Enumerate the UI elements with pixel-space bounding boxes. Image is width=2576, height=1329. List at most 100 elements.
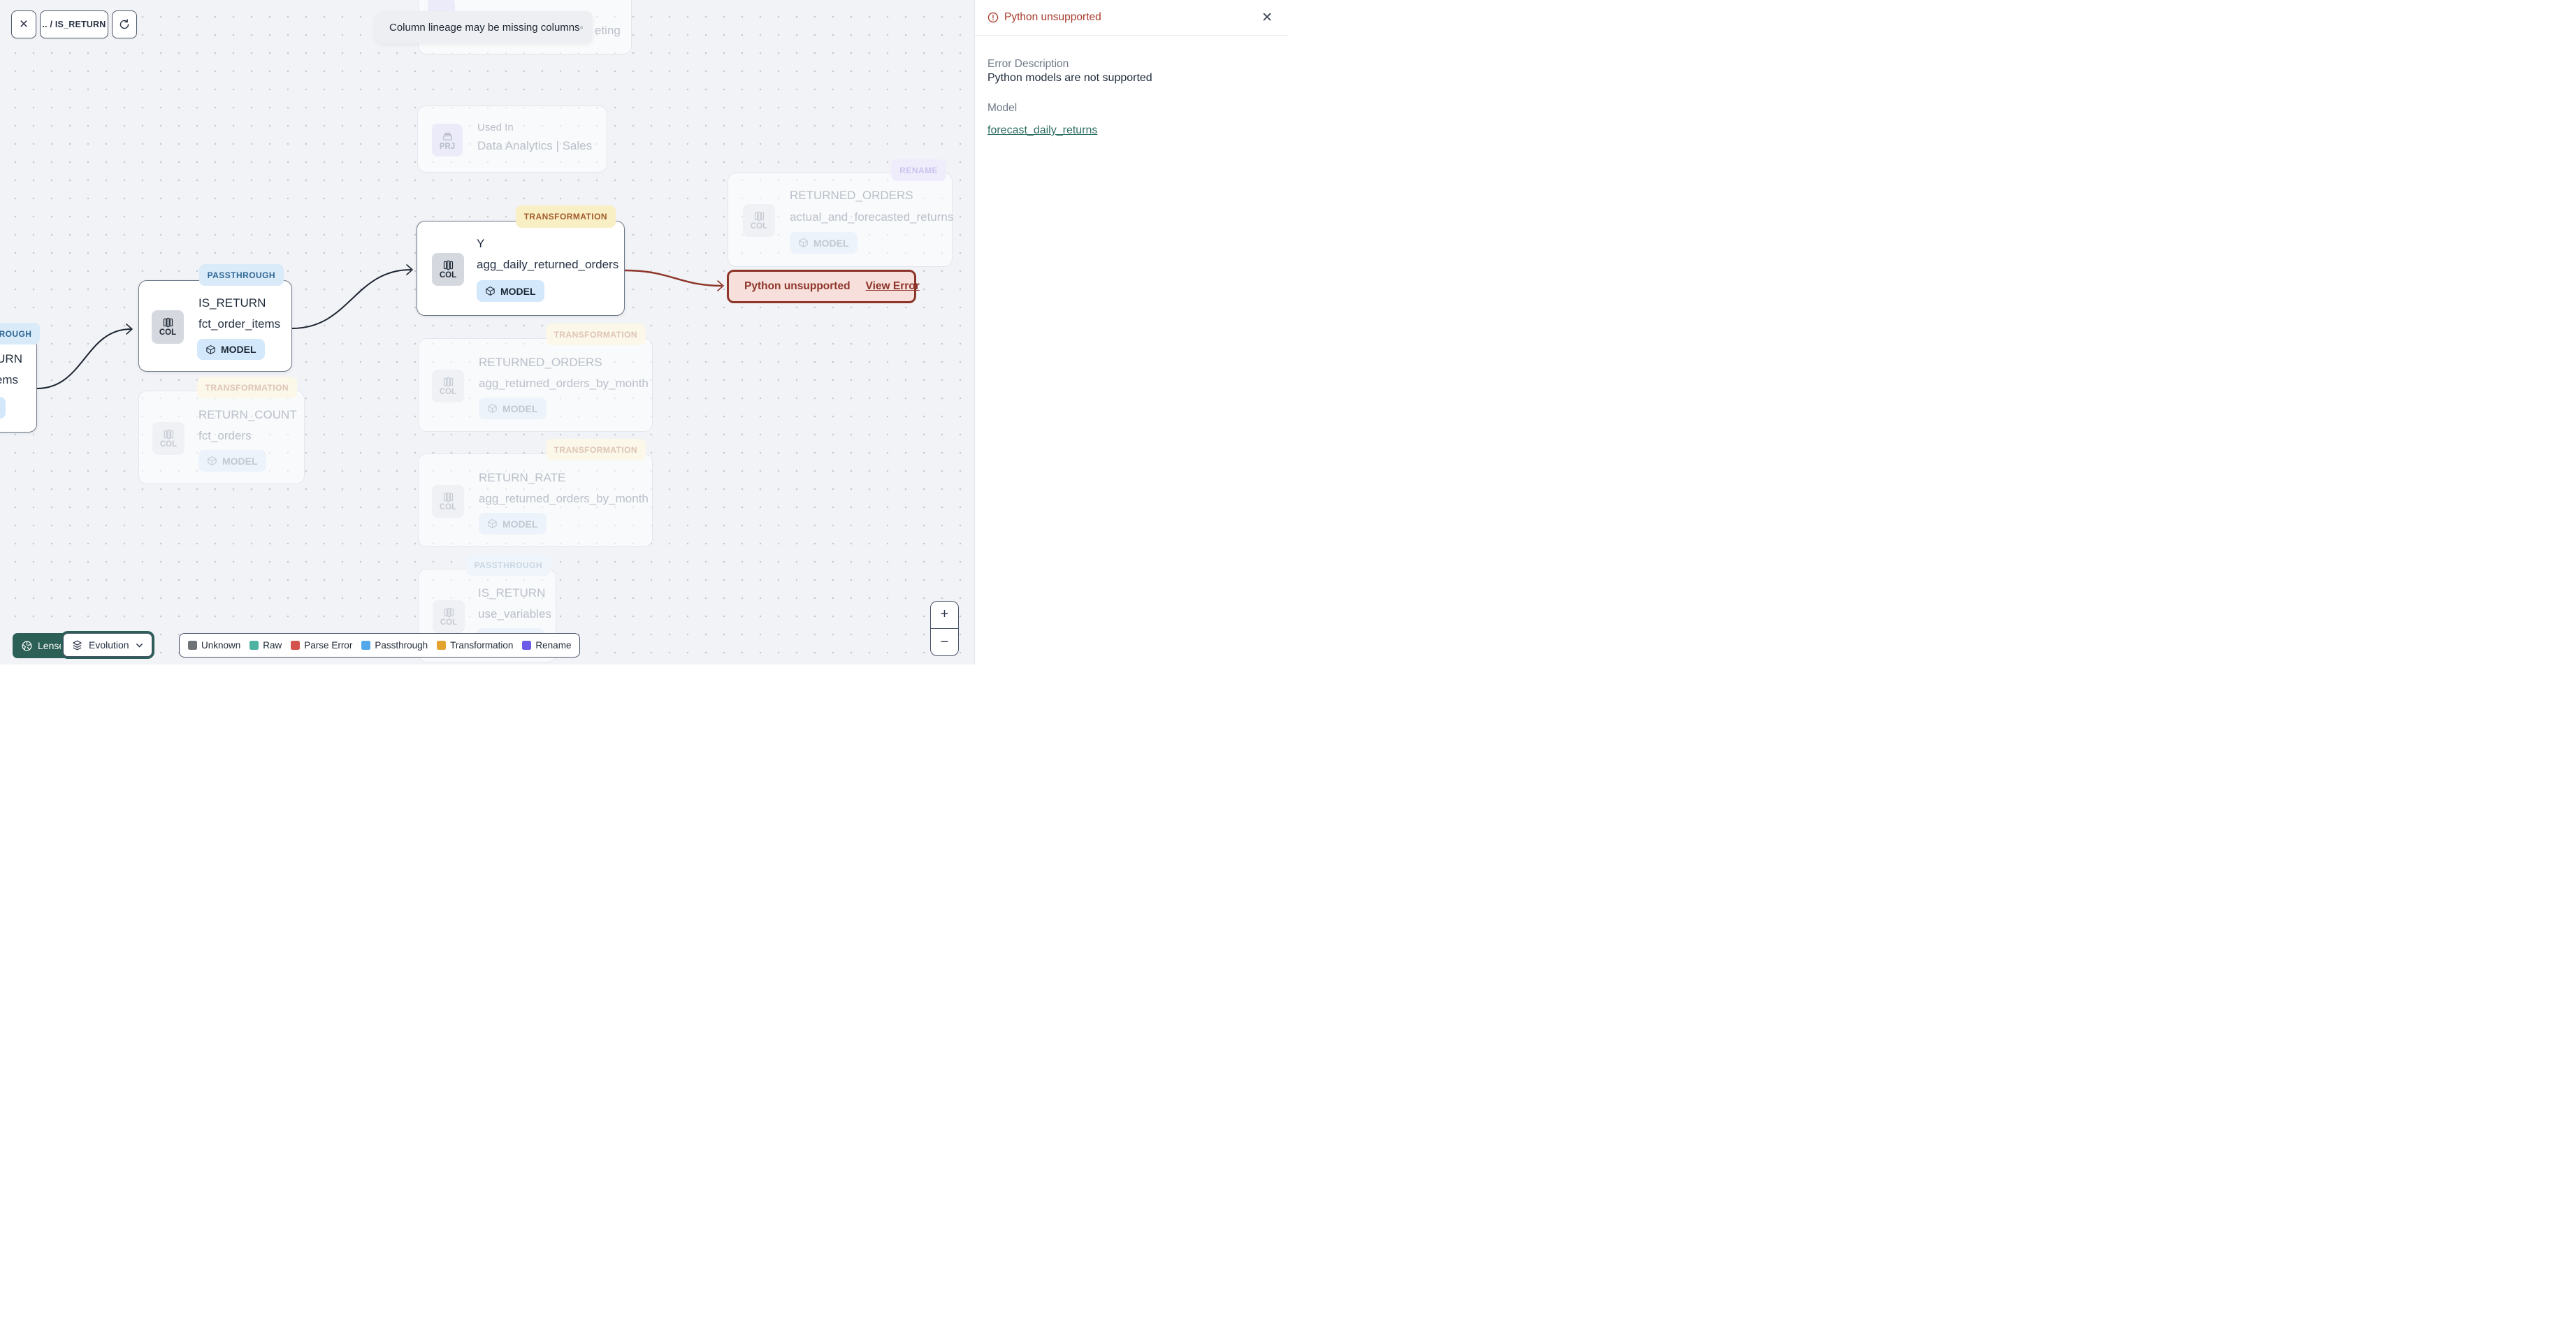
legend-swatch <box>361 641 371 650</box>
passthrough-badge: PASSTHROUGH <box>465 554 551 576</box>
legend-swatch <box>437 641 447 650</box>
lineage-legend: Unknown Raw Parse Error Passthrough Tran… <box>179 633 581 658</box>
zoom-out-button[interactable]: − <box>931 629 958 655</box>
refresh-icon <box>120 19 129 29</box>
model-badge: MODEL <box>479 513 547 535</box>
node-subtitle: fct_order_items <box>198 317 281 331</box>
close-icon: × <box>19 16 29 32</box>
legend-swatch <box>188 641 197 650</box>
node-title: Data Analytics | Sales <box>477 139 593 152</box>
column-icon: COL <box>152 422 184 455</box>
model-label: MODEL <box>221 344 256 355</box>
column-icon: COL <box>433 600 465 633</box>
legend-label: Transformation <box>450 640 514 651</box>
node-title: IS_RETURN <box>198 296 266 310</box>
node-label: Y <box>477 237 485 250</box>
node-agg-daily-returned-orders[interactable]: TRANSFORMATION COL Y agg_daily_returned_… <box>417 205 625 316</box>
model-label: MODEL <box>502 518 538 530</box>
legend-label: Parse Error <box>304 640 353 651</box>
warning-icon <box>987 12 999 23</box>
error-description-value: Python models are not supported <box>987 72 1152 84</box>
legend-label: Unknown <box>201 640 241 651</box>
legend-item: Passthrough <box>361 640 428 651</box>
column-icon: COL <box>432 485 464 518</box>
legend-label: Passthrough <box>375 640 428 651</box>
close-lineage-button[interactable]: × <box>11 10 36 38</box>
model-label: MODEL <box>222 455 258 467</box>
node-title: RETURNED_ORDERS <box>790 189 913 202</box>
node-agg-returned-orders-by-month[interactable]: TRANSFORMATION COL RETURNED_ORDERS agg_r… <box>418 324 653 432</box>
node-subtitle: fct_order_items <box>0 373 18 386</box>
legend-item: Parse Error <box>291 640 352 651</box>
col-label: COL <box>439 502 457 511</box>
node-title: RETURNED_ORDERS <box>479 356 602 369</box>
zoom-control[interactable]: + − <box>930 601 959 656</box>
col-label: COL <box>439 270 457 279</box>
legend-swatch <box>291 641 301 650</box>
model-link[interactable]: forecast_daily_returns <box>987 124 1097 137</box>
node-used-in-sales[interactable]: PRJ Used In Data Analytics | Sales <box>417 106 607 173</box>
zoom-in-button[interactable]: + <box>931 602 958 628</box>
node-subtitle: agg_returned_orders_by_month <box>479 492 649 505</box>
layers-icon <box>73 640 82 650</box>
node-title: RETURN_RATE <box>479 471 566 484</box>
panel-header: Python unsupported ✕ <box>975 0 1288 36</box>
model-badge: MODEL <box>790 232 858 254</box>
model-label: MODEL <box>500 285 536 297</box>
model-label: MODEL <box>813 237 849 249</box>
node-title: agg_daily_returned_orders <box>477 258 619 271</box>
model-badge: MODEL <box>198 450 266 472</box>
model-label: Model <box>987 102 1018 114</box>
passthrough-badge: PASSTHROUGH <box>0 323 41 344</box>
project-icon: PRJ <box>432 124 463 157</box>
node-left-partial[interactable]: PASSTHROUGH IS_RETURN fct_order_items MO… <box>0 323 41 433</box>
lens-dropdown[interactable]: Evolution <box>61 631 154 659</box>
node-subtitle: actual_and_forecasted_returns <box>790 210 954 224</box>
error-description-label: Error Description <box>987 58 1069 70</box>
node-subtitle: agg_returned_orders_by_month <box>479 377 649 390</box>
node-label: Used In <box>477 122 514 133</box>
model-badge: MODEL <box>197 339 265 360</box>
node-subtitle: fct_orders <box>198 429 252 442</box>
legend-item: Rename <box>522 640 571 651</box>
passthrough-badge: PASSTHROUGH <box>198 264 284 286</box>
transformation-badge: TRANSFORMATION <box>196 377 297 398</box>
legend-label: Raw <box>263 640 282 651</box>
node-subtitle: use_variables <box>478 607 551 620</box>
lens-selected-label: Evolution <box>89 639 129 651</box>
node-return-rate[interactable]: TRANSFORMATION COL RETURN_RATE agg_retur… <box>418 439 653 547</box>
transformation-badge: TRANSFORMATION <box>545 439 646 460</box>
node-title: IS_RETURN <box>0 352 22 365</box>
error-detail-panel: Python unsupported ✕ Error Description P… <box>974 0 1288 664</box>
toast-text: Column lineage may be missing columns <box>389 21 580 34</box>
transformation-badge: TRANSFORMATION <box>515 205 616 228</box>
col-label: COL <box>750 222 768 231</box>
legend-label: Rename <box>535 640 572 651</box>
node-actual-and-forecasted-returns[interactable]: RENAME COL RETURNED_ORDERS actual_and_fo… <box>728 159 954 267</box>
panel-close-icon[interactable]: ✕ <box>1261 11 1273 24</box>
lineage-canvas[interactable]: eting PRJ Used In Data Analytics | Sales… <box>0 0 974 664</box>
node-title: IS_RETURN <box>478 586 546 600</box>
node-fct-orders[interactable]: TRANSFORMATION COL RETURN_COUNT fct_orde… <box>138 377 305 484</box>
model-badge: MODEL <box>479 398 547 419</box>
column-icon: COL <box>743 204 775 237</box>
view-error-link[interactable]: View Error <box>866 280 920 293</box>
column-icon: COL <box>432 370 464 402</box>
legend-swatch <box>249 641 259 650</box>
col-label: COL <box>439 387 457 396</box>
node-fct-order-items[interactable]: PASSTHROUGH COL IS_RETURN fct_order_item… <box>138 264 292 372</box>
breadcrumb[interactable]: .. / IS_RETURN <box>40 10 108 38</box>
col-label: COL <box>440 618 458 627</box>
column-icon: COL <box>432 253 464 286</box>
refresh-button[interactable] <box>112 10 137 38</box>
error-node-python-unsupported[interactable]: Python unsupported View Error <box>727 270 920 303</box>
legend-item: Raw <box>249 640 282 651</box>
info-icon[interactable] <box>579 22 583 33</box>
model-label: MODEL <box>502 402 538 414</box>
error-node-text: Python unsupported <box>744 280 851 292</box>
lens-aperture-icon <box>22 641 32 651</box>
legend-swatch <box>522 641 532 650</box>
legend-item: Unknown <box>188 640 240 651</box>
column-icon: COL <box>152 310 184 344</box>
col-label: COL <box>159 440 178 449</box>
